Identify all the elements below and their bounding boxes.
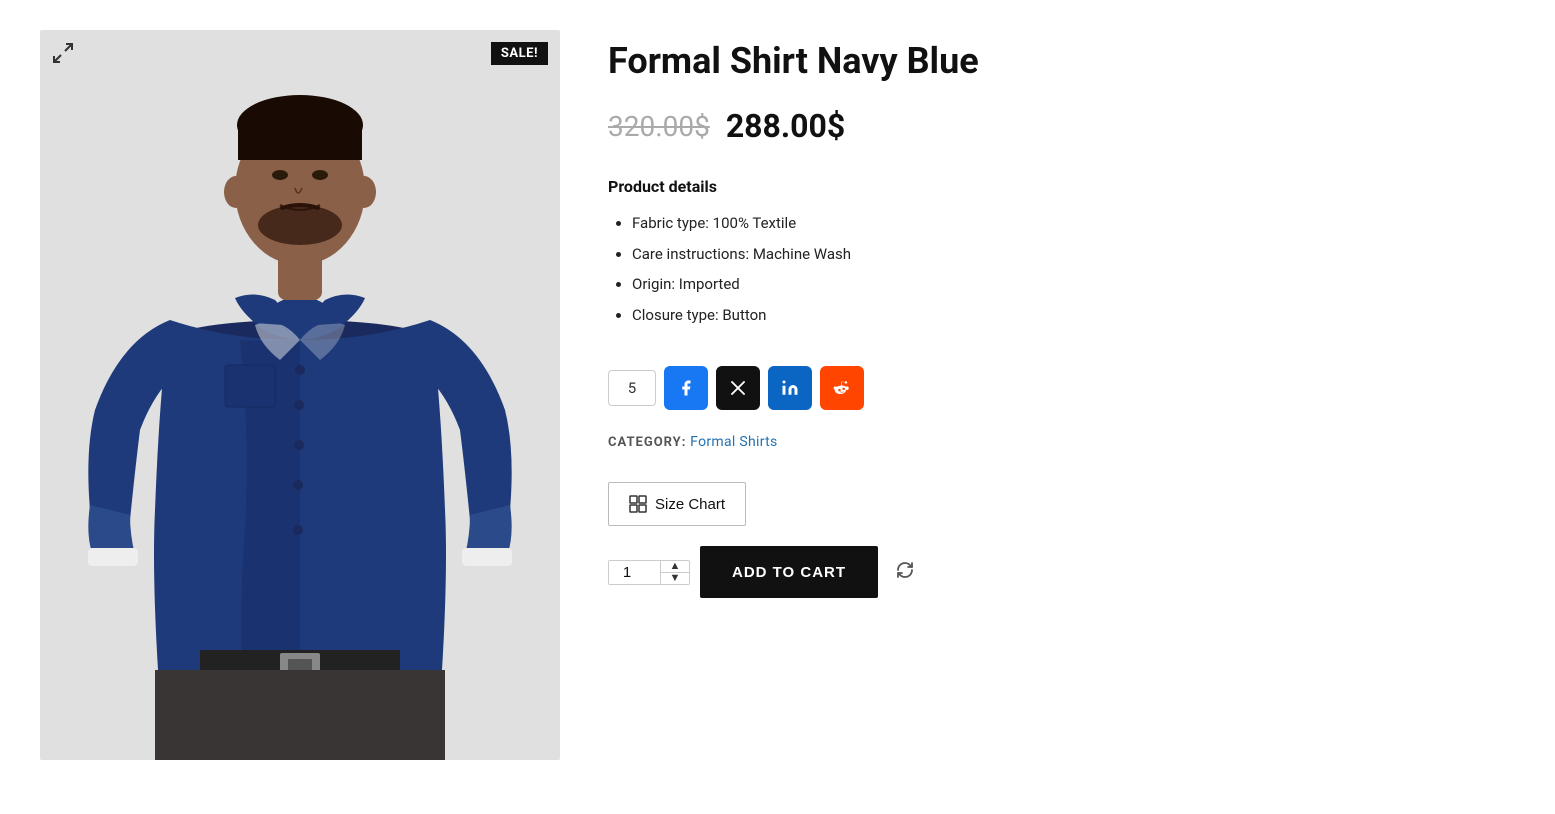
- sale-badge: SALE!: [491, 42, 548, 65]
- qty-decrement-button[interactable]: ▼: [661, 573, 689, 584]
- reddit-share-button[interactable]: [820, 366, 864, 410]
- list-item: Closure type: Button: [632, 304, 1240, 327]
- refresh-icon[interactable]: [894, 559, 916, 586]
- size-chart-label: Size Chart: [655, 496, 725, 513]
- image-column: SALE!: [40, 30, 560, 760]
- list-item: Care instructions: Machine Wash: [632, 243, 1240, 266]
- category-label: CATEGORY:: [608, 435, 686, 450]
- qty-increment-button[interactable]: ▲: [661, 561, 689, 573]
- twitter-share-button[interactable]: [716, 366, 760, 410]
- add-to-cart-button[interactable]: ADD TO CART: [700, 546, 878, 598]
- product-title: Formal Shirt Navy Blue: [608, 40, 1240, 83]
- list-item: Origin: Imported: [632, 273, 1240, 296]
- cart-row: ▲ ▼ ADD TO CART: [608, 546, 1240, 598]
- list-item: Fabric type: 100% Textile: [632, 212, 1240, 235]
- share-count: 5: [608, 370, 656, 406]
- category-link[interactable]: Formal Shirts: [690, 434, 777, 450]
- product-image-wrapper: SALE!: [40, 30, 560, 760]
- price-original: 320.00$: [608, 110, 710, 143]
- quantity-input[interactable]: [609, 561, 661, 584]
- product-page: SALE!: [40, 20, 1240, 760]
- price-row: 320.00$ 288.00$: [608, 107, 1240, 145]
- product-image: [40, 30, 560, 760]
- grid-icon: [629, 495, 647, 513]
- expand-icon[interactable]: [52, 42, 74, 69]
- qty-buttons: ▲ ▼: [661, 561, 689, 584]
- linkedin-share-button[interactable]: [768, 366, 812, 410]
- product-details-list: Fabric type: 100% Textile Care instructi…: [608, 212, 1240, 326]
- category-row: CATEGORY: Formal Shirts: [608, 434, 1240, 450]
- product-details-heading: Product details: [608, 177, 1240, 196]
- details-column: Formal Shirt Navy Blue 320.00$ 288.00$ P…: [608, 30, 1240, 760]
- size-chart-button[interactable]: Size Chart: [608, 482, 746, 526]
- price-sale: 288.00$: [726, 107, 845, 145]
- product-details-section: Product details Fabric type: 100% Textil…: [608, 177, 1240, 326]
- quantity-stepper[interactable]: ▲ ▼: [608, 560, 690, 585]
- facebook-share-button[interactable]: [664, 366, 708, 410]
- share-row: 5: [608, 366, 1240, 410]
